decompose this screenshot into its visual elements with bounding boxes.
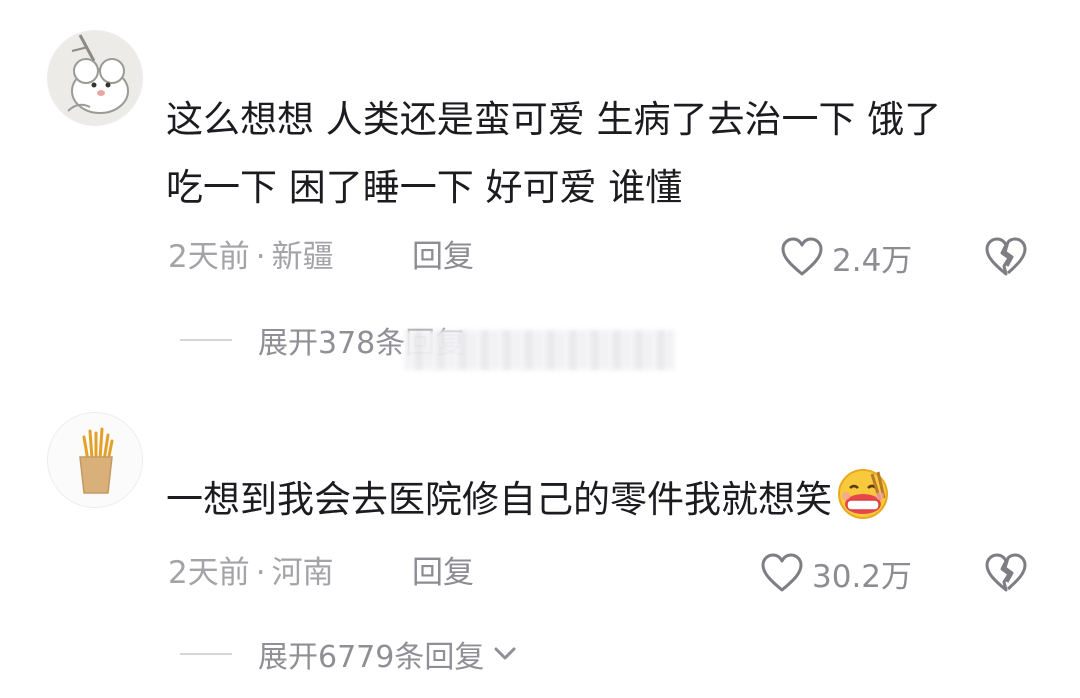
blurred-overlay (405, 330, 675, 370)
divider (180, 339, 232, 341)
comment-text: 这么想想 人类还是蛮可爱 生病了去治一下 饿了 吃一下 困了睡一下 好可爱 谁懂 (166, 86, 1046, 222)
broken-heart-icon (985, 237, 1027, 276)
comment-text-line: 吃一下 困了睡一下 好可爱 谁懂 (166, 166, 683, 209)
comment-text: 一想到我会去医院修自己的零件我就想笑 (166, 466, 1046, 534)
comment-item: 这么想想 人类还是蛮可爱 生病了去治一下 饿了 吃一下 困了睡一下 好可爱 谁懂… (0, 0, 1080, 400)
cartoon-bear-swing-icon (48, 31, 142, 125)
comment-meta: 2天前 · 新疆 (168, 237, 334, 277)
french-fries-icon (48, 413, 142, 507)
reply-button[interactable]: 回复 (412, 237, 474, 277)
location: 新疆 (271, 239, 334, 275)
location: 河南 (271, 555, 334, 591)
expand-replies[interactable]: 展开6779条回复 (180, 632, 520, 676)
dislike-button[interactable] (984, 553, 1028, 593)
comment-text-line: 一想到我会去医院修自己的零件我就想笑 (166, 478, 832, 521)
laughing-eating-emoji-icon (834, 466, 892, 522)
like-button[interactable]: 30.2万 (760, 553, 913, 595)
timestamp: 2天前 (168, 239, 250, 275)
expand-replies-label: 展开6779条回复 (258, 640, 485, 675)
avatar[interactable] (47, 30, 143, 126)
heart-outline-icon (761, 553, 803, 592)
meta-separator: · (255, 555, 266, 591)
meta-separator: · (255, 239, 266, 275)
broken-heart-icon (985, 553, 1027, 592)
reply-button[interactable]: 回复 (412, 553, 474, 593)
heart-outline-icon (781, 237, 823, 276)
dislike-button[interactable] (984, 237, 1028, 277)
chevron-down-icon (494, 647, 516, 660)
comment-text-line: 这么想想 人类还是蛮可爱 生病了去治一下 饿了 (166, 98, 942, 141)
timestamp: 2天前 (168, 555, 250, 591)
comment-item: 一想到我会去医院修自己的零件我就想笑 2天前 · 河南 回复 30.2万 展开6… (0, 400, 1080, 698)
like-button[interactable]: 2.4万 (780, 237, 913, 279)
like-count: 30.2万 (812, 558, 913, 595)
like-count: 2.4万 (832, 242, 913, 279)
avatar[interactable] (47, 412, 143, 508)
comment-meta: 2天前 · 河南 (168, 553, 334, 593)
divider (180, 653, 232, 655)
